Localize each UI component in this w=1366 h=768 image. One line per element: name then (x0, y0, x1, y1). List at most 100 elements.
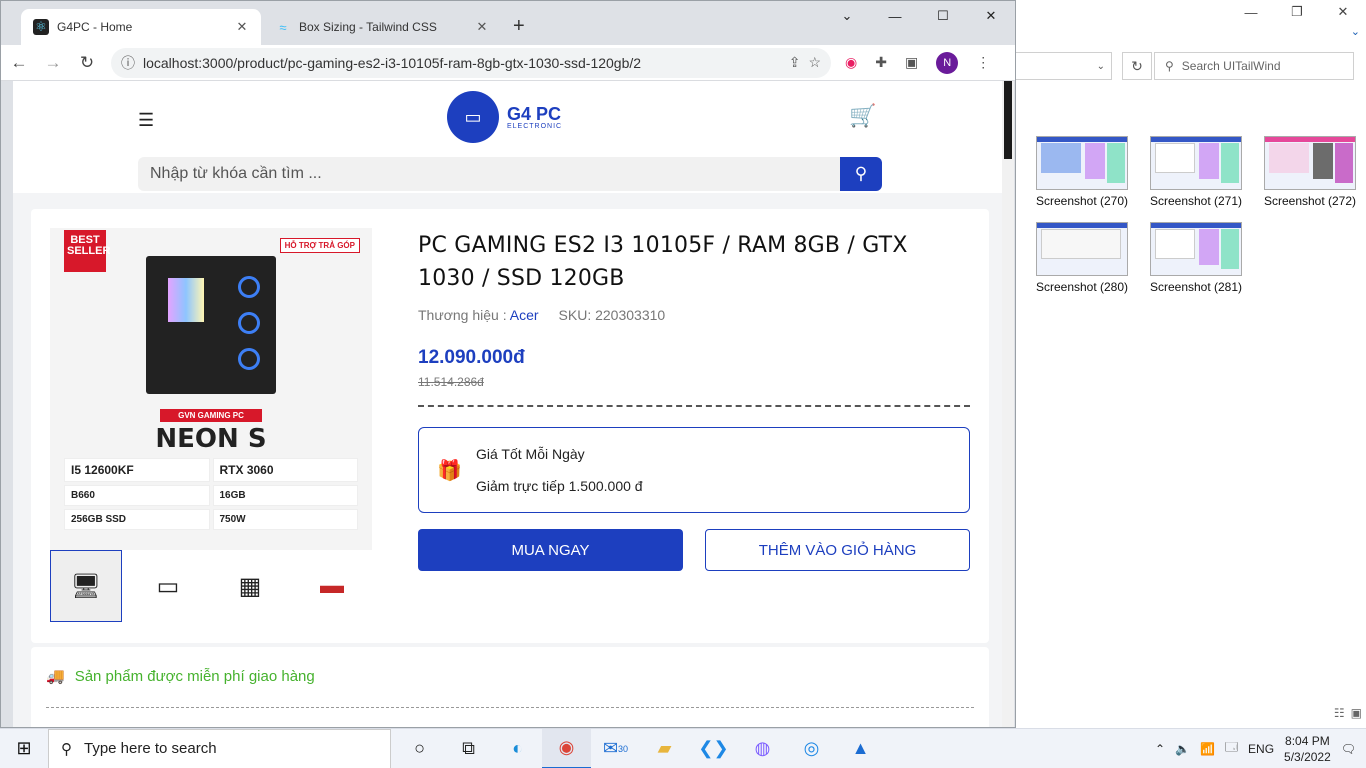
site-logo[interactable]: ▭ G4 PC ELECTRONIC (447, 91, 562, 143)
messenger-icon[interactable]: ◍ (738, 729, 787, 768)
vscode-icon[interactable]: ❮❯ (689, 729, 738, 768)
task-view-icon[interactable]: ⧉ (444, 729, 493, 768)
thumbnail-ram[interactable]: ▬ (296, 550, 368, 622)
forward-button[interactable]: → (37, 47, 69, 79)
logo-subtitle: ELECTRONIC (507, 122, 563, 130)
search-icon: ⚲ (854, 164, 868, 183)
minimize-button[interactable]: — (871, 1, 919, 31)
browser-toolbar: ← → ↻ ⓘ localhost:3000/product/pc-gaming… (1, 45, 1015, 81)
bookmark-star-icon[interactable]: ☆ (808, 54, 821, 71)
extensions-puzzle-icon[interactable]: ✚ (875, 54, 887, 71)
installment-badge: HỖ TRỢ TRẢ GÓP (279, 238, 360, 253)
tab-box-sizing[interactable]: ≈ Box Sizing - Tailwind CSS ✕ (263, 9, 501, 45)
cart-icon[interactable]: 🛒 (849, 103, 876, 129)
chrome-icon[interactable]: ◉ (542, 728, 591, 768)
logo-name: G4 PC (507, 103, 562, 124)
close-button[interactable]: ✕ (967, 1, 1015, 31)
site-header: ☰ ▭ G4 PC ELECTRONIC 🛒 ⚲ (13, 81, 1003, 193)
tab-g4pc-home[interactable]: ⚛ G4PC - Home ✕ (21, 9, 261, 45)
new-tab-button[interactable]: + (513, 15, 525, 38)
close-tab-icon[interactable]: ✕ (233, 19, 251, 35)
thumbnail-pc-case[interactable]: 🖥 (50, 550, 122, 622)
share-icon[interactable]: ⇪ (789, 54, 801, 71)
file-explorer-icon[interactable]: ▰ (640, 729, 689, 768)
address-dropdown[interactable]: ⌄ (1015, 52, 1112, 80)
page-scrollbar[interactable] (1002, 81, 1014, 727)
spec-ssd: 256GB SSD (64, 509, 210, 530)
start-button[interactable]: ⊞ (0, 729, 48, 768)
explorer-window-controls: — ❐ ✕ (1228, 0, 1366, 24)
system-tray: ⌃ 🔈 📶 🗔 ENG 8:04 PM 5/3/2022 🗨 (1155, 733, 1366, 765)
network-icon[interactable]: 🗔 (1225, 738, 1238, 759)
thumbnail-strip: 🖥 ▭ ▦ ▬ (50, 550, 368, 622)
free-shipping-row: 🚚 Sản phẩm được miễn phí giao hàng (46, 667, 315, 686)
search-button[interactable]: ⚲ (840, 157, 882, 191)
mail-icon[interactable]: ✉ 30 (591, 729, 640, 768)
buy-now-button[interactable]: MUA NGAY (418, 529, 683, 571)
truck-icon: 🚚 (46, 668, 65, 685)
details-view-icon[interactable]: ☷ (1334, 706, 1345, 720)
close-button[interactable]: ✕ (1320, 0, 1366, 24)
photos-icon[interactable]: ▲ (836, 729, 885, 768)
menu-icon[interactable]: ☰ (138, 110, 154, 131)
edge-icon[interactable]: ◐ (493, 729, 542, 768)
url-text: localhost:3000/product/pc-gaming-es2-i3-… (143, 54, 642, 71)
tab-title: G4PC - Home (57, 20, 133, 34)
file-item[interactable]: Screenshot (271) (1139, 136, 1253, 208)
profile-avatar[interactable]: N (936, 51, 959, 74)
info-icon[interactable]: ⓘ (121, 53, 135, 73)
maximize-button[interactable]: ❐ (1274, 0, 1320, 24)
volume-icon[interactable]: 🔈 (1175, 742, 1190, 756)
gift-icon: 🎁 (437, 460, 462, 482)
language-indicator[interactable]: ENG (1248, 742, 1274, 756)
chevron-down-icon[interactable]: ⌄ (1351, 25, 1360, 38)
file-name: Screenshot (281) (1149, 280, 1243, 294)
taskbar-apps: ○ ⧉ ◐ ◉ ✉ 30 ▰ ❮❯ ◍ ◎ ▲ (395, 728, 885, 768)
more-menu-icon[interactable]: ⋮ (976, 54, 990, 71)
file-item[interactable]: Screenshot (272) (1253, 136, 1366, 208)
refresh-button[interactable]: ↻ (1122, 52, 1152, 80)
color-extension-icon[interactable]: ◉ (845, 54, 857, 71)
file-thumbnail (1150, 222, 1242, 276)
minimize-button[interactable]: — (1228, 0, 1274, 24)
file-item[interactable]: Screenshot (281) (1139, 222, 1253, 294)
file-name: Screenshot (270) (1035, 194, 1129, 208)
reload-button[interactable]: ↻ (71, 47, 103, 79)
close-tab-icon[interactable]: ✕ (473, 19, 491, 35)
cortana-icon[interactable]: ○ (395, 729, 444, 768)
react-icon: ⚛ (33, 19, 49, 35)
taskbar-search-placeholder: Type here to search (84, 740, 217, 757)
promo-box: 🎁 Giá Tốt Mỗi Ngày Giảm trực tiếp 1.500.… (418, 427, 970, 513)
file-item[interactable]: Screenshot (270) (1025, 136, 1139, 208)
model-strip: GVN GAMING PC (160, 409, 262, 422)
chevron-up-icon[interactable]: ⌃ (1155, 742, 1165, 756)
maximize-button[interactable]: ☐ (919, 1, 967, 31)
free-shipping-text: Sản phẩm được miễn phí giao hàng (74, 667, 315, 685)
side-panel-icon[interactable]: ▣ (905, 54, 918, 71)
clock[interactable]: 8:04 PM 5/3/2022 (1284, 733, 1331, 765)
brand-label: Thương hiệu : (418, 307, 507, 323)
notification-icon[interactable]: 🗨 (1341, 742, 1356, 756)
thumbnail-graphics-card[interactable]: ▭ (132, 550, 204, 622)
large-icons-view-icon[interactable]: ▣ (1351, 706, 1362, 720)
explorer-search-input[interactable]: ⚲ Search UITailWind (1154, 52, 1354, 80)
thumbnail-motherboard[interactable]: ▦ (214, 550, 286, 622)
browser-window: ⚛ G4PC - Home ✕ ≈ Box Sizing - Tailwind … (0, 0, 1016, 728)
zalo-icon[interactable]: ◎ (787, 729, 836, 768)
brand-link[interactable]: Acer (510, 307, 539, 323)
file-name: Screenshot (280) (1035, 280, 1129, 294)
chevron-down-icon: ⌄ (1096, 60, 1105, 72)
file-item[interactable]: Screenshot (280) (1025, 222, 1139, 294)
wifi-icon[interactable]: 📶 (1200, 742, 1215, 756)
tab-title: Box Sizing - Tailwind CSS (299, 20, 437, 34)
model-name: NEON S (155, 424, 267, 454)
add-to-cart-button[interactable]: THÊM VÀO GIỎ HÀNG (705, 529, 970, 571)
back-button[interactable]: ← (3, 47, 35, 79)
tab-search-icon[interactable]: ⌄ (823, 1, 871, 31)
taskbar-search[interactable]: ⚲ Type here to search (48, 728, 391, 768)
search-input[interactable] (138, 157, 840, 191)
product-info: PC GAMING ES2 I3 10105F / RAM 8GB / GTX … (418, 229, 970, 571)
spec-grid: I5 12600KF RTX 3060 B660 16GB 256GB SSD … (64, 458, 358, 530)
product-main-image[interactable]: BEST SELLER HỖ TRỢ TRẢ GÓP GVN GAMING PC… (50, 228, 372, 550)
address-bar[interactable]: ⓘ localhost:3000/product/pc-gaming-es2-i… (111, 47, 831, 78)
